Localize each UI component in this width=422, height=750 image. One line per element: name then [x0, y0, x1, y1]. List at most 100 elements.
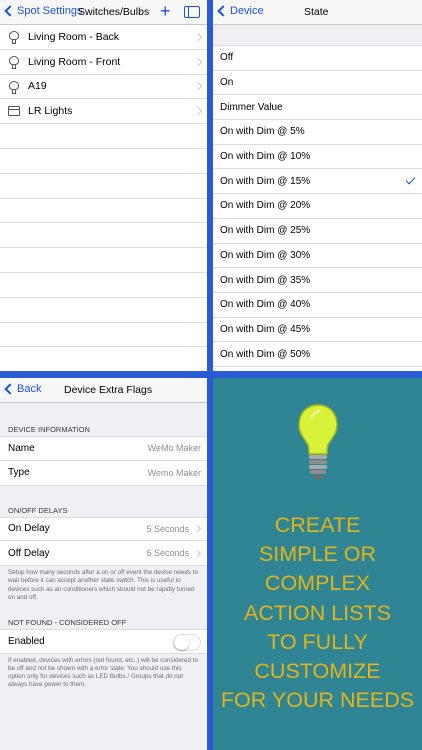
type-row: Type Wemo Maker: [0, 460, 207, 486]
empty-row: [0, 248, 207, 273]
chevron-left-icon: [217, 5, 229, 17]
switch-list-item-label: Living Room - Front: [28, 55, 121, 68]
state-option-label: On with Dim @ 45%: [220, 323, 311, 335]
name-value: WeMo Maker: [147, 443, 201, 454]
chevron-right-icon: [193, 32, 203, 42]
back-label: Spot Settings: [17, 5, 83, 17]
switches-navbar: Spot Settings Switches/Bulbs +: [0, 0, 207, 25]
bulb-icon: [9, 55, 19, 69]
switch-list-item-label: LR Lights: [28, 105, 73, 118]
empty-row: [0, 223, 207, 249]
promo-panel: CREATE SIMPLE OR COMPLEX ACTION LISTS TO FUL…: [213, 378, 422, 750]
state-option[interactable]: Dimmer Value: [213, 95, 422, 121]
switches-panel: Spot Settings Switches/Bulbs + Living Ro…: [0, 0, 207, 371]
promo-text: CREATE SIMPLE OR COMPLEX ACTION LISTS TO FUL…: [213, 511, 422, 715]
state-option-label: On with Dim @ 25%: [220, 225, 311, 237]
device-flags-panel: Back Device Extra Flags DEVICE INFORMATI…: [0, 378, 207, 750]
name-label: Name: [8, 442, 35, 454]
chevron-right-icon: [193, 107, 203, 116]
promo-line: COMPLEX: [264, 571, 371, 596]
state-option[interactable]: On with Dim @ 5%: [213, 120, 422, 145]
lightbulb-icon: [298, 404, 338, 480]
on-delay-value: 5 Seconds: [146, 523, 189, 534]
promo-line: TO FULLY: [267, 629, 368, 654]
state-option[interactable]: On with Dim @ 20%: [213, 194, 422, 219]
empty-row: [0, 149, 207, 174]
state-option-label: On with Dim @ 15%: [220, 175, 311, 187]
bulb-icon: [9, 80, 19, 94]
switch-list: Living Room - Back Living Room - Front A19…: [0, 25, 207, 371]
state-option[interactable]: On with Dim @ 40%: [213, 293, 422, 318]
chevron-right-icon: [193, 57, 203, 66]
enabled-label: Enabled: [8, 635, 45, 647]
state-option-label: On with Dim @ 50%: [220, 348, 311, 360]
state-option[interactable]: On with Dim @ 35%: [213, 268, 422, 293]
state-options-list: Off On Dimmer Value On with Dim @ 5% On with…: [213, 46, 422, 367]
section-gap: [213, 25, 422, 46]
state-option-label: Off: [220, 52, 234, 64]
checkmark-icon: [405, 174, 416, 185]
state-option[interactable]: On with Dim @ 25%: [213, 219, 422, 244]
enabled-row: Enabled: [0, 629, 207, 654]
back-button[interactable]: Back: [4, 383, 41, 395]
bulb-icon: [9, 31, 19, 44]
empty-row: [0, 298, 207, 323]
page-title: State: [304, 6, 329, 18]
state-option-label: On with Dim @ 5%: [220, 126, 305, 138]
state-option-label: On with Dim @ 20%: [220, 200, 311, 212]
delays-footnote: Setup how many seconds after a on or off…: [8, 569, 198, 601]
empty-row: [0, 273, 207, 298]
state-option-label: Dimmer Value: [220, 101, 283, 113]
page-title: Device Extra Flags: [64, 384, 153, 396]
chevron-left-icon: [4, 383, 16, 395]
state-navbar: Device State: [213, 0, 422, 25]
promo-line: ACTION LISTS: [244, 600, 391, 625]
off-delay-row[interactable]: Off Delay 6 Seconds: [0, 541, 207, 567]
chevron-right-icon: [193, 82, 203, 91]
off-delay-value: 6 Seconds: [146, 548, 189, 559]
empty-row: [0, 323, 207, 348]
split-view-icon[interactable]: [184, 6, 200, 18]
switch-list-item-label: Living Room - Back: [28, 30, 120, 43]
device-back-button[interactable]: Device: [217, 5, 264, 17]
switch-list-item[interactable]: Living Room - Front: [0, 50, 207, 75]
toggle-knob: [174, 635, 189, 650]
section-header-device-information: DEVICE INFORMATION: [8, 425, 90, 434]
on-delay-row[interactable]: On Delay 5 Seconds: [0, 516, 207, 542]
promo-line: CUSTOMIZE: [254, 659, 381, 684]
chevron-left-icon: [4, 5, 16, 17]
off-delay-label: Off Delay: [8, 547, 50, 559]
state-option[interactable]: On with Dim @ 50%: [213, 342, 422, 367]
enabled-toggle[interactable]: [173, 634, 201, 651]
state-panel: Device State Off On Dimmer Value On with Di…: [213, 0, 422, 371]
section-header-delays: ON/OFF DELAYS: [8, 505, 68, 515]
switch-list-item[interactable]: LR Lights: [0, 99, 207, 125]
empty-row: [0, 347, 207, 371]
not-found-footnote: If enabled, devices with errors (not fou…: [8, 656, 199, 689]
back-label: Back: [17, 383, 42, 395]
promo-line: SIMPLE OR: [258, 542, 377, 567]
switch-list-item-label: A19: [28, 80, 47, 93]
state-option[interactable]: On with Dim @ 10%: [213, 145, 422, 170]
state-option[interactable]: On: [213, 71, 422, 96]
spot-settings-back-button[interactable]: Spot Settings: [4, 5, 82, 17]
promo-line: FOR YOUR NEEDS: [220, 688, 415, 713]
state-option[interactable]: On with Dim @ 30%: [213, 244, 422, 269]
plus-icon[interactable]: +: [160, 1, 171, 21]
page-title: Switches/Bulbs: [78, 6, 150, 18]
switch-list-item[interactable]: Living Room - Back: [0, 25, 207, 50]
state-option-label: On with Dim @ 10%: [220, 151, 311, 163]
state-option-label: On: [220, 77, 234, 89]
name-row: Name WeMo Maker: [0, 436, 207, 461]
state-option-label: On with Dim @ 40%: [220, 299, 311, 311]
empty-row: [0, 199, 207, 224]
folder-icon: [8, 106, 20, 117]
state-option[interactable]: Off: [213, 46, 422, 71]
switch-list-item[interactable]: A19: [0, 75, 207, 100]
empty-row: [0, 174, 207, 199]
chevron-right-icon: [193, 525, 202, 533]
state-option[interactable]: On with Dim @ 45%: [213, 318, 422, 343]
flags-navbar: Back Device Extra Flags: [0, 378, 207, 403]
promo-line: CREATE: [274, 513, 361, 537]
state-option[interactable]: On with Dim @ 15%: [213, 169, 422, 195]
